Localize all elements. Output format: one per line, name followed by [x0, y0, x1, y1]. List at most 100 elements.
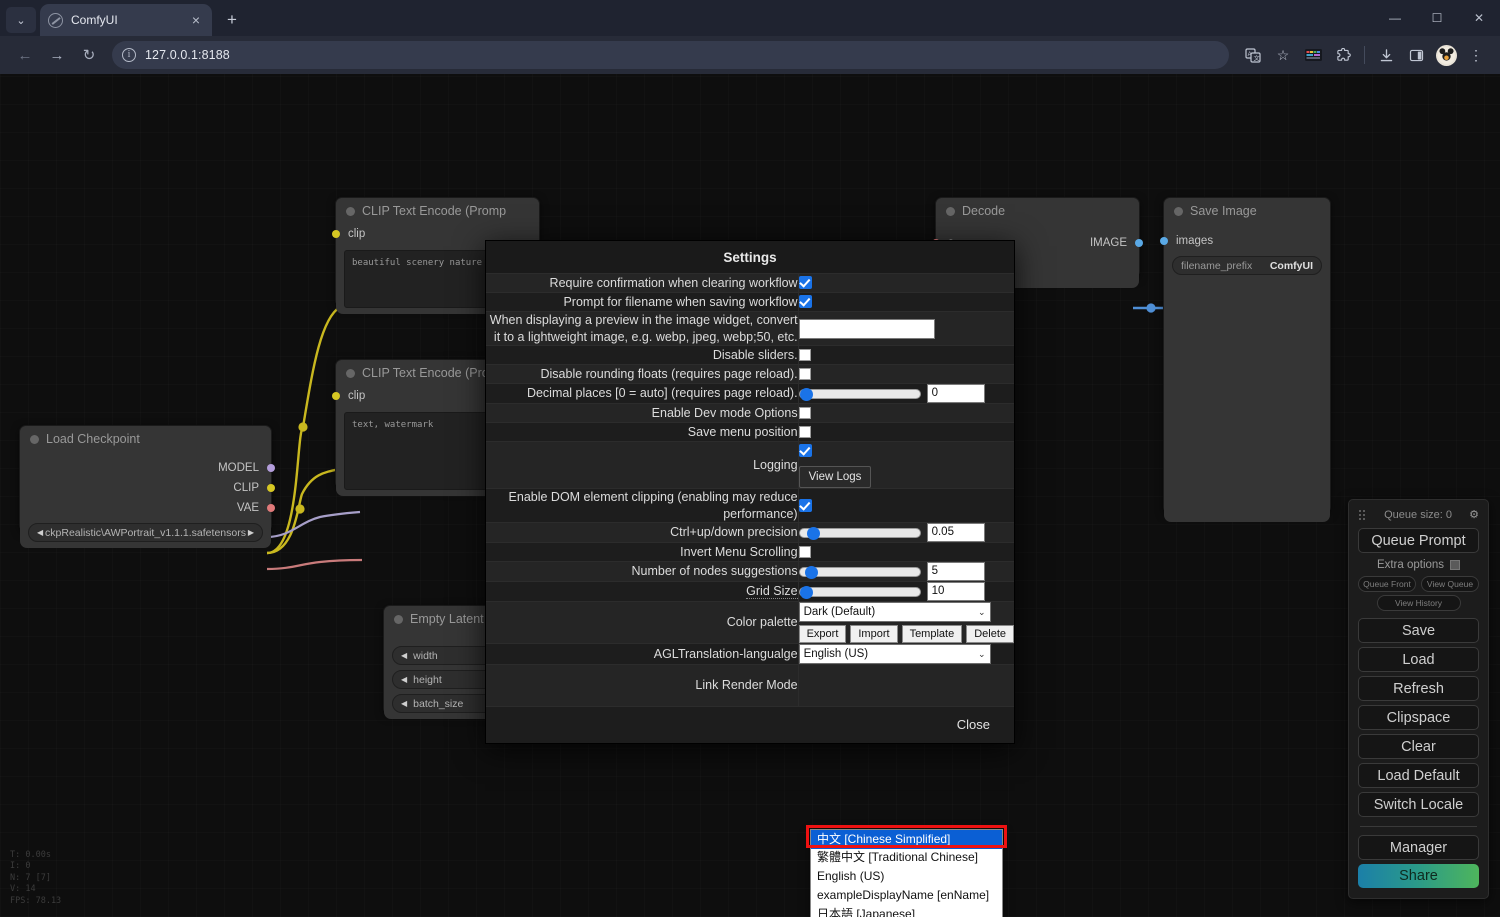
node-suggestions-slider[interactable] — [798, 565, 921, 579]
avatar[interactable] — [1432, 41, 1460, 69]
browser-tab-bar: ⌄ ComfyUI × + — ☐ ✕ — [0, 0, 1500, 36]
browser-menu-icon[interactable]: ⋮ — [1462, 41, 1490, 69]
load-default-button[interactable]: Load Default — [1358, 763, 1479, 788]
setting-row-prompt-filename: Prompt for filename when saving workflow — [486, 292, 1014, 312]
drag-handle-icon[interactable] — [1358, 509, 1367, 520]
port-dot-image-icon[interactable] — [1135, 239, 1143, 247]
tab-close-icon[interactable]: × — [188, 11, 204, 29]
node-widget-ckpt-name[interactable]: ◀ ckpRealistic\AWPortrait_v1.1.1.safeten… — [28, 523, 263, 542]
palette-import-button[interactable]: Import — [850, 625, 898, 643]
color-palette-select[interactable]: Dark (Default) ⌄ — [798, 602, 991, 622]
download-icon[interactable] — [1372, 41, 1400, 69]
invert-menu-scrolling-checkbox[interactable] — [798, 545, 811, 558]
node-load-checkpoint[interactable]: Load Checkpoint MODEL CLIP VAE ◀ ckpReal… — [19, 425, 275, 548]
widget-next-arrow-icon[interactable]: ▶ — [248, 528, 254, 537]
language-option-example-display-name[interactable]: exampleDisplayName [enName] — [811, 887, 1002, 906]
node-collapse-dot-icon[interactable] — [394, 614, 403, 624]
port-dot-model-icon[interactable] — [267, 464, 275, 472]
node-output-clip[interactable]: CLIP — [20, 478, 275, 498]
site-info-icon[interactable]: i — [122, 48, 136, 62]
language-option-japanese[interactable]: 日本語 [Japanese] — [811, 906, 1002, 917]
palette-export-button[interactable]: Export — [798, 625, 847, 643]
node-suggestions-value[interactable]: 5 — [926, 562, 985, 581]
view-queue-button[interactable]: View Queue — [1421, 576, 1479, 592]
ctrl-precision-value[interactable]: 0.05 — [926, 523, 985, 542]
node-collapse-dot-icon[interactable] — [30, 434, 39, 444]
save-button[interactable]: Save — [1358, 618, 1479, 643]
browser-tab-comfyui[interactable]: ComfyUI × — [40, 4, 212, 36]
new-tab-button[interactable]: + — [218, 6, 246, 34]
puzzle-extensions-icon[interactable] — [1329, 41, 1357, 69]
palette-delete-button[interactable]: Delete — [966, 625, 1014, 643]
node-widget-filename-prefix[interactable]: filename_prefix ComfyUI — [1172, 256, 1322, 275]
node-collapse-dot-icon[interactable] — [946, 206, 955, 216]
language-option-chinese-simplified[interactable]: 中文 [Chinese Simplified] — [811, 830, 1002, 849]
preview-format-input[interactable] — [798, 318, 935, 339]
manager-button[interactable]: Manager — [1358, 835, 1479, 860]
address-bar[interactable]: i 127.0.0.1:8188 — [112, 41, 1229, 69]
node-save-image[interactable]: Save Image images filename_prefix ComfyU… — [1160, 197, 1331, 522]
translate-icon[interactable]: A文 — [1239, 41, 1267, 69]
disable-sliders-checkbox[interactable] — [798, 348, 811, 361]
bookmark-star-icon[interactable]: ☆ — [1269, 41, 1297, 69]
forward-button[interactable]: → — [42, 40, 72, 70]
refresh-button[interactable]: Refresh — [1358, 676, 1479, 701]
comfyui-canvas[interactable]: CLIP Text Encode (Promp clip beautiful s… — [0, 74, 1500, 917]
settings-close-button[interactable]: Close — [486, 706, 1014, 743]
setting-label: Prompt for filename when saving workflow — [486, 292, 799, 312]
decimal-places-value[interactable]: 0 — [926, 384, 985, 403]
clear-button[interactable]: Clear — [1358, 734, 1479, 759]
switch-locale-button[interactable]: Switch Locale — [1358, 792, 1479, 817]
port-dot-clip-icon[interactable] — [267, 484, 275, 492]
palette-template-button[interactable]: Template — [901, 625, 963, 643]
window-minimize-button[interactable]: — — [1374, 1, 1416, 35]
grid-size-value[interactable]: 10 — [926, 582, 985, 601]
reload-button[interactable]: ↻ — [74, 40, 104, 70]
settings-dialog[interactable]: Settings Require confirmation when clear… — [485, 240, 1015, 917]
language-option-traditional-chinese[interactable]: 繁體中文 [Traditional Chinese] — [811, 849, 1002, 868]
extra-options-checkbox[interactable] — [1450, 560, 1461, 570]
node-output-model[interactable]: MODEL — [20, 458, 275, 478]
node-collapse-dot-icon[interactable] — [346, 368, 355, 378]
extra-options-row[interactable]: Extra options — [1358, 559, 1479, 571]
language-option-english-us[interactable]: English (US) — [811, 868, 1002, 887]
dom-clipping-checkbox[interactable] — [798, 498, 812, 512]
node-input-images[interactable]: images — [1160, 231, 1330, 251]
tab-list-chevron-icon[interactable]: ⌄ — [6, 7, 36, 33]
setting-row-color-palette: Color palette Dark (Default) ⌄ Export Im… — [486, 601, 1014, 644]
port-dot-clip-icon[interactable] — [332, 230, 340, 238]
comfy-menu-panel[interactable]: Queue size: 0 ⚙ Queue Prompt Extra optio… — [1348, 499, 1489, 899]
side-panel-icon[interactable] — [1402, 41, 1430, 69]
node-collapse-dot-icon[interactable] — [1174, 206, 1183, 216]
clipspace-button[interactable]: Clipspace — [1358, 705, 1479, 730]
dev-mode-checkbox[interactable] — [798, 406, 811, 419]
view-history-button[interactable]: View History — [1376, 595, 1461, 611]
ctrl-precision-slider[interactable] — [798, 526, 921, 540]
view-logs-button[interactable]: View Logs — [798, 466, 872, 488]
gear-icon[interactable]: ⚙ — [1469, 508, 1479, 521]
translation-language-select[interactable]: English (US) ⌄ — [798, 644, 991, 664]
disable-rounding-checkbox[interactable] — [798, 367, 811, 380]
port-dot-clip-icon[interactable] — [332, 392, 340, 400]
share-button[interactable]: Share — [1358, 864, 1479, 888]
node-collapse-dot-icon[interactable] — [346, 206, 355, 216]
language-dropdown-list[interactable]: 中文 [Chinese Simplified] 繁體中文 [Traditiona… — [810, 829, 1003, 917]
window-maximize-button[interactable]: ☐ — [1416, 1, 1458, 35]
queue-front-button[interactable]: Queue Front — [1358, 576, 1416, 592]
decimal-places-slider[interactable] — [798, 387, 921, 401]
node-title-text: Save Image — [1190, 204, 1257, 218]
load-button[interactable]: Load — [1358, 647, 1479, 672]
node-output-vae[interactable]: VAE — [20, 498, 275, 518]
colorful-extension-icon[interactable] — [1299, 41, 1327, 69]
save-menu-position-checkbox[interactable] — [798, 425, 811, 438]
port-dot-images-icon[interactable] — [1160, 237, 1168, 245]
port-dot-vae-icon[interactable] — [267, 504, 275, 512]
back-button[interactable]: ← — [10, 40, 40, 70]
logging-checkbox[interactable] — [798, 444, 812, 458]
prompt-filename-checkbox[interactable] — [798, 295, 812, 309]
grid-size-slider[interactable] — [798, 585, 921, 599]
window-close-button[interactable]: ✕ — [1458, 1, 1500, 35]
setting-row-disable-rounding: Disable rounding floats (requires page r… — [486, 364, 1014, 384]
require-confirmation-checkbox[interactable] — [798, 276, 812, 290]
queue-prompt-button[interactable]: Queue Prompt — [1358, 528, 1479, 553]
